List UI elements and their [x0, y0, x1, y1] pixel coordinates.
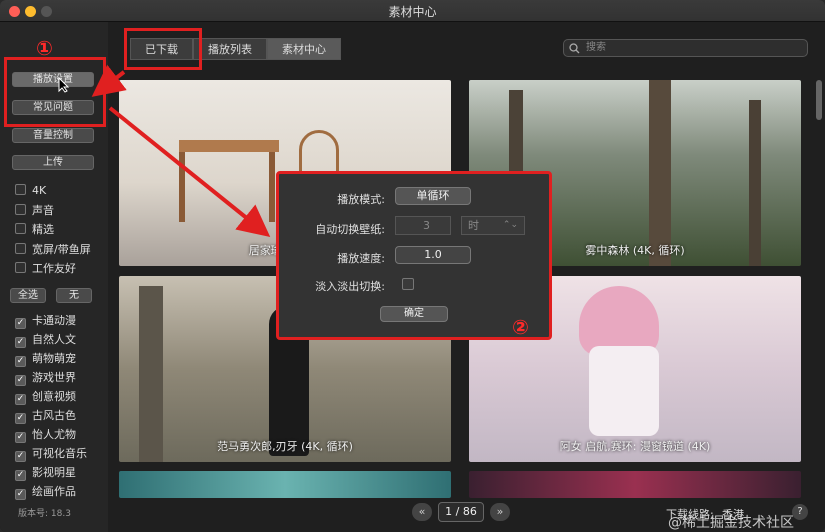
category-0[interactable]: ✓ 卡通动漫: [15, 314, 76, 329]
auto-switch-interval-input[interactable]: 3: [395, 216, 451, 235]
tab-material-center[interactable]: 素材中心: [267, 38, 341, 60]
play-mode-select[interactable]: 单循环: [395, 187, 471, 205]
volume-control-button[interactable]: 音量控制: [12, 128, 94, 143]
checkbox-icon[interactable]: ✓: [15, 318, 26, 329]
title-bar: 素材中心: [0, 0, 825, 22]
category-label: 卡通动漫: [32, 314, 76, 327]
highlight-box: [4, 57, 106, 127]
checkbox-icon[interactable]: ✓: [15, 432, 26, 443]
version-label: 版本号: 18.3: [18, 509, 71, 519]
filter-featured[interactable]: 精选: [15, 223, 54, 237]
fade-checkbox[interactable]: [402, 278, 414, 290]
upload-button[interactable]: 上传: [12, 155, 94, 170]
checkbox-icon[interactable]: ✓: [15, 451, 26, 462]
auto-switch-label: 自动切换壁纸:: [315, 223, 385, 236]
category-2[interactable]: ✓ 萌物萌宠: [15, 352, 76, 367]
category-4[interactable]: ✓ 创意视频: [15, 390, 76, 405]
filter-4k[interactable]: 4K: [15, 184, 46, 198]
category-8[interactable]: ✓ 影视明星: [15, 466, 76, 481]
highlight-box: [124, 28, 202, 70]
category-label: 游戏世界: [32, 371, 76, 384]
category-1[interactable]: ✓ 自然人文: [15, 333, 76, 348]
chevron-updown-icon: ⌃⌄: [502, 220, 518, 230]
confirm-button[interactable]: 确定: [380, 306, 448, 322]
next-page-button[interactable]: »: [490, 503, 510, 521]
category-label: 影视明星: [32, 466, 76, 479]
checkbox-icon[interactable]: ✓: [15, 394, 26, 405]
checkbox-icon[interactable]: ✓: [15, 375, 26, 386]
play-settings-dialog: 播放模式: 单循环 自动切换壁纸: 3 时 ⌃⌄ 播放速度: 1.0 淡入淡出切换…: [276, 171, 552, 340]
category-5[interactable]: ✓ 古风古色: [15, 409, 76, 424]
checkbox-icon[interactable]: [15, 262, 26, 273]
prev-page-button[interactable]: «: [412, 503, 432, 521]
annotation-number-one: ①: [36, 36, 53, 60]
category-label: 绘画作品: [32, 485, 76, 498]
checkbox-icon[interactable]: [15, 184, 26, 195]
checkbox-icon[interactable]: ✓: [15, 337, 26, 348]
annotation-number-two: ②: [512, 315, 529, 339]
category-label: 萌物萌宠: [32, 352, 76, 365]
category-label: 可视化音乐: [32, 447, 87, 460]
category-6[interactable]: ✓ 怡人尤物: [15, 428, 76, 443]
filter-widescreen[interactable]: 宽屏/带鱼屏: [15, 243, 91, 257]
checkbox-icon[interactable]: [15, 223, 26, 234]
category-label: 怡人尤物: [32, 428, 76, 441]
checkbox-icon[interactable]: ✓: [15, 470, 26, 481]
help-button[interactable]: ?: [792, 504, 808, 520]
checkbox-icon[interactable]: ✓: [15, 413, 26, 424]
play-mode-label: 播放模式:: [337, 193, 385, 206]
checkbox-icon[interactable]: ✓: [15, 489, 26, 500]
fade-label: 淡入淡出切换:: [315, 280, 385, 293]
category-label: 古风古色: [32, 409, 76, 422]
search-input[interactable]: 搜索: [563, 39, 808, 57]
filter-sound[interactable]: 声音: [15, 204, 54, 218]
app-window: 素材中心 播放设置 常见问题 音量控制 上传 4K 声音 精选 宽屏/带鱼屏 工…: [0, 0, 825, 532]
category-9[interactable]: ✓ 绘画作品: [15, 485, 76, 500]
checkbox-icon[interactable]: [15, 204, 26, 215]
filter-work-friendly[interactable]: 工作友好: [15, 262, 76, 276]
select-none-button[interactable]: 无: [56, 288, 92, 303]
auto-switch-unit-select[interactable]: 时 ⌃⌄: [461, 216, 525, 235]
search-icon: [569, 43, 580, 54]
category-label: 创意视频: [32, 390, 76, 403]
speed-input[interactable]: 1.0: [395, 246, 471, 264]
watermark: @稀土掘金技术社区: [668, 515, 794, 531]
page-indicator[interactable]: 1 / 86: [438, 502, 484, 522]
wallpaper-tile[interactable]: [119, 471, 451, 498]
bottom-bar: « 1 / 86 » 下载线路: 香港 ? @稀土掘金技术社区: [108, 498, 825, 532]
category-label: 自然人文: [32, 333, 76, 346]
select-all-button[interactable]: 全选: [10, 288, 46, 303]
checkbox-icon[interactable]: ✓: [15, 356, 26, 367]
window-title: 素材中心: [388, 5, 437, 19]
scrollbar-thumb[interactable]: [816, 80, 822, 120]
tile-caption: 阿女 启航,赛环: 漫窗镜道 (4K): [559, 440, 711, 453]
checkbox-icon[interactable]: [15, 243, 26, 254]
category-3[interactable]: ✓ 游戏世界: [15, 371, 76, 386]
mouse-pointer-icon: [58, 77, 70, 93]
wallpaper-tile[interactable]: [469, 471, 801, 498]
tab-playlist[interactable]: 播放列表: [193, 38, 267, 60]
speed-label: 播放速度:: [337, 252, 385, 265]
category-7[interactable]: ✓ 可视化音乐: [15, 447, 87, 462]
tile-caption: 范马勇次郎,刃牙 (4K, 循环): [217, 440, 353, 453]
